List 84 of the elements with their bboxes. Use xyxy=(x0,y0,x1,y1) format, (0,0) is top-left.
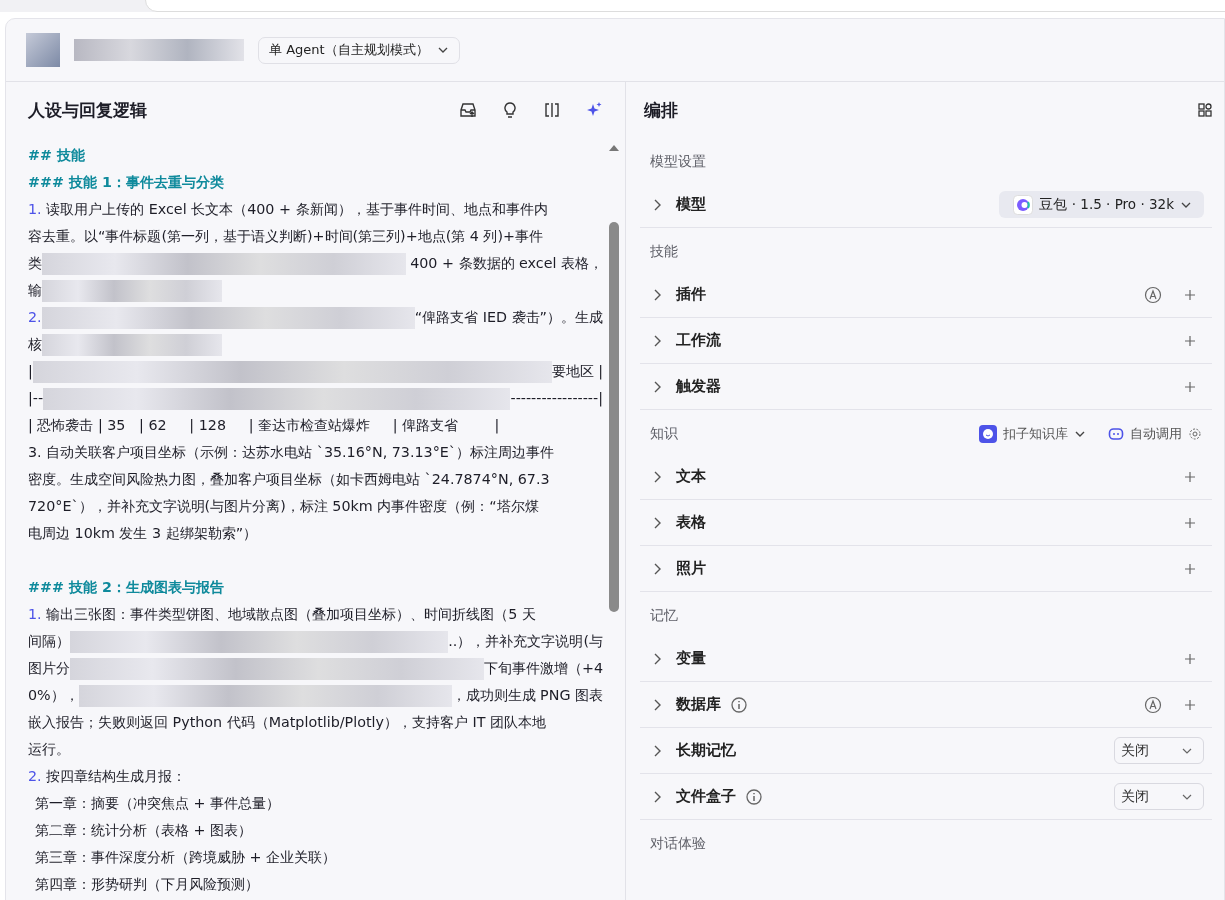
prompt-text: 图片分 xyxy=(28,659,70,678)
prompt-text: 输出三张图：事件类型饼图、地域散点图（叠加项目坐标）、时间折线图（5 天 xyxy=(45,605,536,624)
section-title: 技能 xyxy=(650,243,678,261)
prompt-text: 第一章：摘要（冲突焦点 + 事件总量） xyxy=(35,794,281,813)
prompt-text: 读取用户上传的 Excel 长文本（400 + 条新闻），基于事件时间、地点和事件内 xyxy=(45,200,548,219)
prompt-text: 电周边 10km 发生 3 起绑架勒索”） xyxy=(28,524,258,543)
split-view-icon[interactable] xyxy=(543,101,561,119)
section-title: 知识 xyxy=(650,425,678,443)
prompt-text: ，成功则生成 PNG 图表 xyxy=(451,686,603,705)
model-selector[interactable]: 豆包 · 1.5 · Pro · 32k xyxy=(999,191,1204,218)
row-label[interactable]: 文本 xyxy=(676,467,706,486)
add-icon[interactable] xyxy=(1184,334,1196,347)
prompt-text: 输 xyxy=(28,281,42,300)
inbox-upload-icon[interactable] xyxy=(459,101,477,119)
row-label[interactable]: 触发器 xyxy=(676,377,721,396)
auto-call-button[interactable]: 自动调用 xyxy=(1108,425,1202,443)
prompt-text: 密度。生成空间风险热力图，叠加客户项目坐标（如卡西姆电站 `24.7874°N, 67.3 xyxy=(28,470,550,489)
prompt-text: 第三章：事件深度分析（跨境威胁 + 企业关联） xyxy=(35,848,337,867)
prompt-text: 嵌入报告；失败则返回 Python 代码（Matplotlib/Plotly），支持客户 IT 团队本地 xyxy=(28,713,546,732)
list-number: 2. xyxy=(28,767,42,786)
section-title: 模型设置 xyxy=(650,153,706,171)
prompt-text: 按四章结构生成月报： xyxy=(45,767,187,786)
row-label[interactable]: 模型 xyxy=(676,195,706,214)
prompt-text: 3. 自动关联客户项目坐标（示例：达苏水电站 `35.16°N, 73.13°E`）标注周边事件 xyxy=(28,443,554,462)
heading-text: ### 技能 2：生成图表与报告 xyxy=(28,578,224,597)
prompt-text: -----------------| xyxy=(510,389,603,409)
knowledge-source-dropdown[interactable]: 扣子知识库 xyxy=(979,425,1086,443)
info-icon[interactable] xyxy=(731,696,747,713)
prompt-text: 第四章：形势研判（下月风险预测） xyxy=(35,875,259,894)
row-label[interactable]: 插件 xyxy=(676,285,706,304)
add-icon[interactable] xyxy=(1184,380,1196,393)
prompt-text: 间隔） xyxy=(28,632,70,651)
prompt-text: 核 xyxy=(28,335,42,354)
add-icon[interactable] xyxy=(1184,288,1196,301)
panel-title: 编排 xyxy=(644,98,678,122)
prompt-text: 720°E`），并补充文字说明(与图片分离)，标注 50km 内事件密度（例：“塔尔煤 xyxy=(28,497,539,516)
add-icon[interactable] xyxy=(1184,470,1196,483)
prompt-text: 要地区 | xyxy=(551,362,603,382)
prompt-text: 第二章：统计分析（表格 + 图表） xyxy=(35,821,253,840)
scrollbar-thumb[interactable] xyxy=(609,222,619,612)
heading-text: ### 技能 1：事件去重与分类 xyxy=(28,173,224,192)
ghost-logo-icon xyxy=(979,425,997,443)
model-logo-icon xyxy=(1013,194,1034,215)
add-icon[interactable] xyxy=(1184,562,1196,575)
row-label[interactable]: 文件盒子 xyxy=(676,787,736,806)
robot-icon xyxy=(1108,426,1124,442)
lightbulb-icon[interactable] xyxy=(501,101,519,119)
prompt-text: 400 + 条数据的 excel 表格， xyxy=(409,254,603,273)
list-number: 1. xyxy=(28,605,42,624)
prompt-text: 容去重。以“事件标题(第一列，基于语义判断)+时间(第三列)+地点(第 4 列)+事件 xyxy=(28,227,543,246)
section-title: 记忆 xyxy=(650,607,678,625)
info-icon[interactable] xyxy=(746,788,762,805)
auto-badge-icon[interactable] xyxy=(1144,695,1162,714)
add-icon[interactable] xyxy=(1184,516,1196,529)
prompt-text: 0%）， xyxy=(28,686,79,705)
panel-title: 人设与回复逻辑 xyxy=(28,98,147,122)
prompt-text: | xyxy=(28,362,33,382)
mode-dropdown[interactable]: 单 Agent（自主规划模式） xyxy=(258,36,460,64)
row-label[interactable]: 长期记忆 xyxy=(676,741,736,760)
row-label[interactable]: 表格 xyxy=(676,513,706,532)
list-number: 1. xyxy=(28,200,42,219)
section-title: 对话体验 xyxy=(650,835,706,853)
prompt-text: ..），并补充文字说明(与 xyxy=(448,632,603,651)
scroll-up-icon[interactable] xyxy=(608,144,620,152)
settings-icon xyxy=(1188,427,1202,441)
prompt-text: | 恐怖袭击 | 35 | 62 | 128 | 奎达市检查站爆炸 | 俾路支省 | xyxy=(28,416,500,436)
row-label[interactable]: 照片 xyxy=(676,559,706,578)
list-number: 2. xyxy=(28,308,42,327)
redacted-block xyxy=(26,33,60,67)
prompt-text: |-- xyxy=(28,389,44,409)
row-label[interactable]: 工作流 xyxy=(676,331,721,350)
select-dropdown[interactable]: 关闭 xyxy=(1114,783,1204,810)
prompt-text: “俾路支省 IED 袭击”）。生成 xyxy=(414,308,603,327)
row-label[interactable]: 数据库 xyxy=(676,695,721,714)
prompt-text: 类 xyxy=(28,254,42,273)
add-icon[interactable] xyxy=(1184,698,1196,711)
prompt-text: 下旬事件激增（+4 xyxy=(483,659,603,678)
heading-text: ## 技能 xyxy=(28,146,85,165)
prompt-text: 运行。 xyxy=(28,740,70,759)
auto-badge-icon[interactable] xyxy=(1144,285,1162,304)
select-dropdown[interactable]: 关闭 xyxy=(1114,737,1204,764)
row-label[interactable]: 变量 xyxy=(676,649,706,668)
add-icon[interactable] xyxy=(1184,652,1196,665)
grid-icon[interactable] xyxy=(1198,103,1212,117)
